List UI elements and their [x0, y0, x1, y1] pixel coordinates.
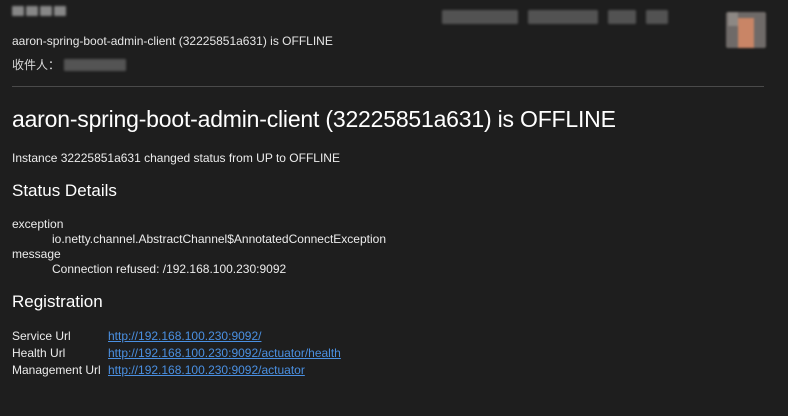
status-value-exception: io.netty.channel.AbstractChannel$Annotat…: [52, 232, 387, 246]
recipient-row: 收件人：: [12, 56, 127, 73]
table-row: Service Url http://192.168.100.230:9092/: [12, 327, 341, 344]
sender-name-redacted: [12, 6, 66, 16]
service-url-label: Service Url: [12, 328, 71, 343]
recipient-redacted: [64, 58, 127, 71]
status-key-exception: exception: [12, 217, 64, 231]
health-url-label: Health Url: [12, 345, 66, 360]
table-row: Management Url http://192.168.100.230:90…: [12, 361, 341, 378]
status-key-message: message: [12, 247, 61, 261]
status-value-message: Connection refused: /192.168.100.230:909…: [52, 262, 287, 276]
registration-table: Service Url http://192.168.100.230:9092/…: [12, 327, 341, 378]
message-title: aaron-spring-boot-admin-client (32225851…: [12, 106, 616, 132]
email-view: aaron-spring-boot-admin-client (32225851…: [0, 0, 788, 416]
status-details-heading: Status Details: [12, 181, 117, 200]
sender-avatar[interactable]: [726, 12, 766, 48]
management-url-label: Management Url: [12, 362, 101, 377]
management-url-link[interactable]: http://192.168.100.230:9092/actuator: [108, 363, 305, 377]
header-divider: [12, 86, 764, 87]
status-change-summary: Instance 32225851a631 changed status fro…: [12, 151, 340, 165]
email-subject: aaron-spring-boot-admin-client (32225851…: [12, 34, 333, 48]
table-row: Health Url http://192.168.100.230:9092/a…: [12, 344, 341, 361]
recipient-label: 收件人：: [12, 58, 61, 72]
status-details-list: exception io.netty.channel.AbstractChann…: [12, 217, 386, 277]
registration-heading: Registration: [12, 292, 103, 311]
health-url-link[interactable]: http://192.168.100.230:9092/actuator/hea…: [108, 346, 341, 360]
header-meta-redacted: [442, 10, 668, 24]
service-url-link[interactable]: http://192.168.100.230:9092/: [108, 329, 261, 343]
